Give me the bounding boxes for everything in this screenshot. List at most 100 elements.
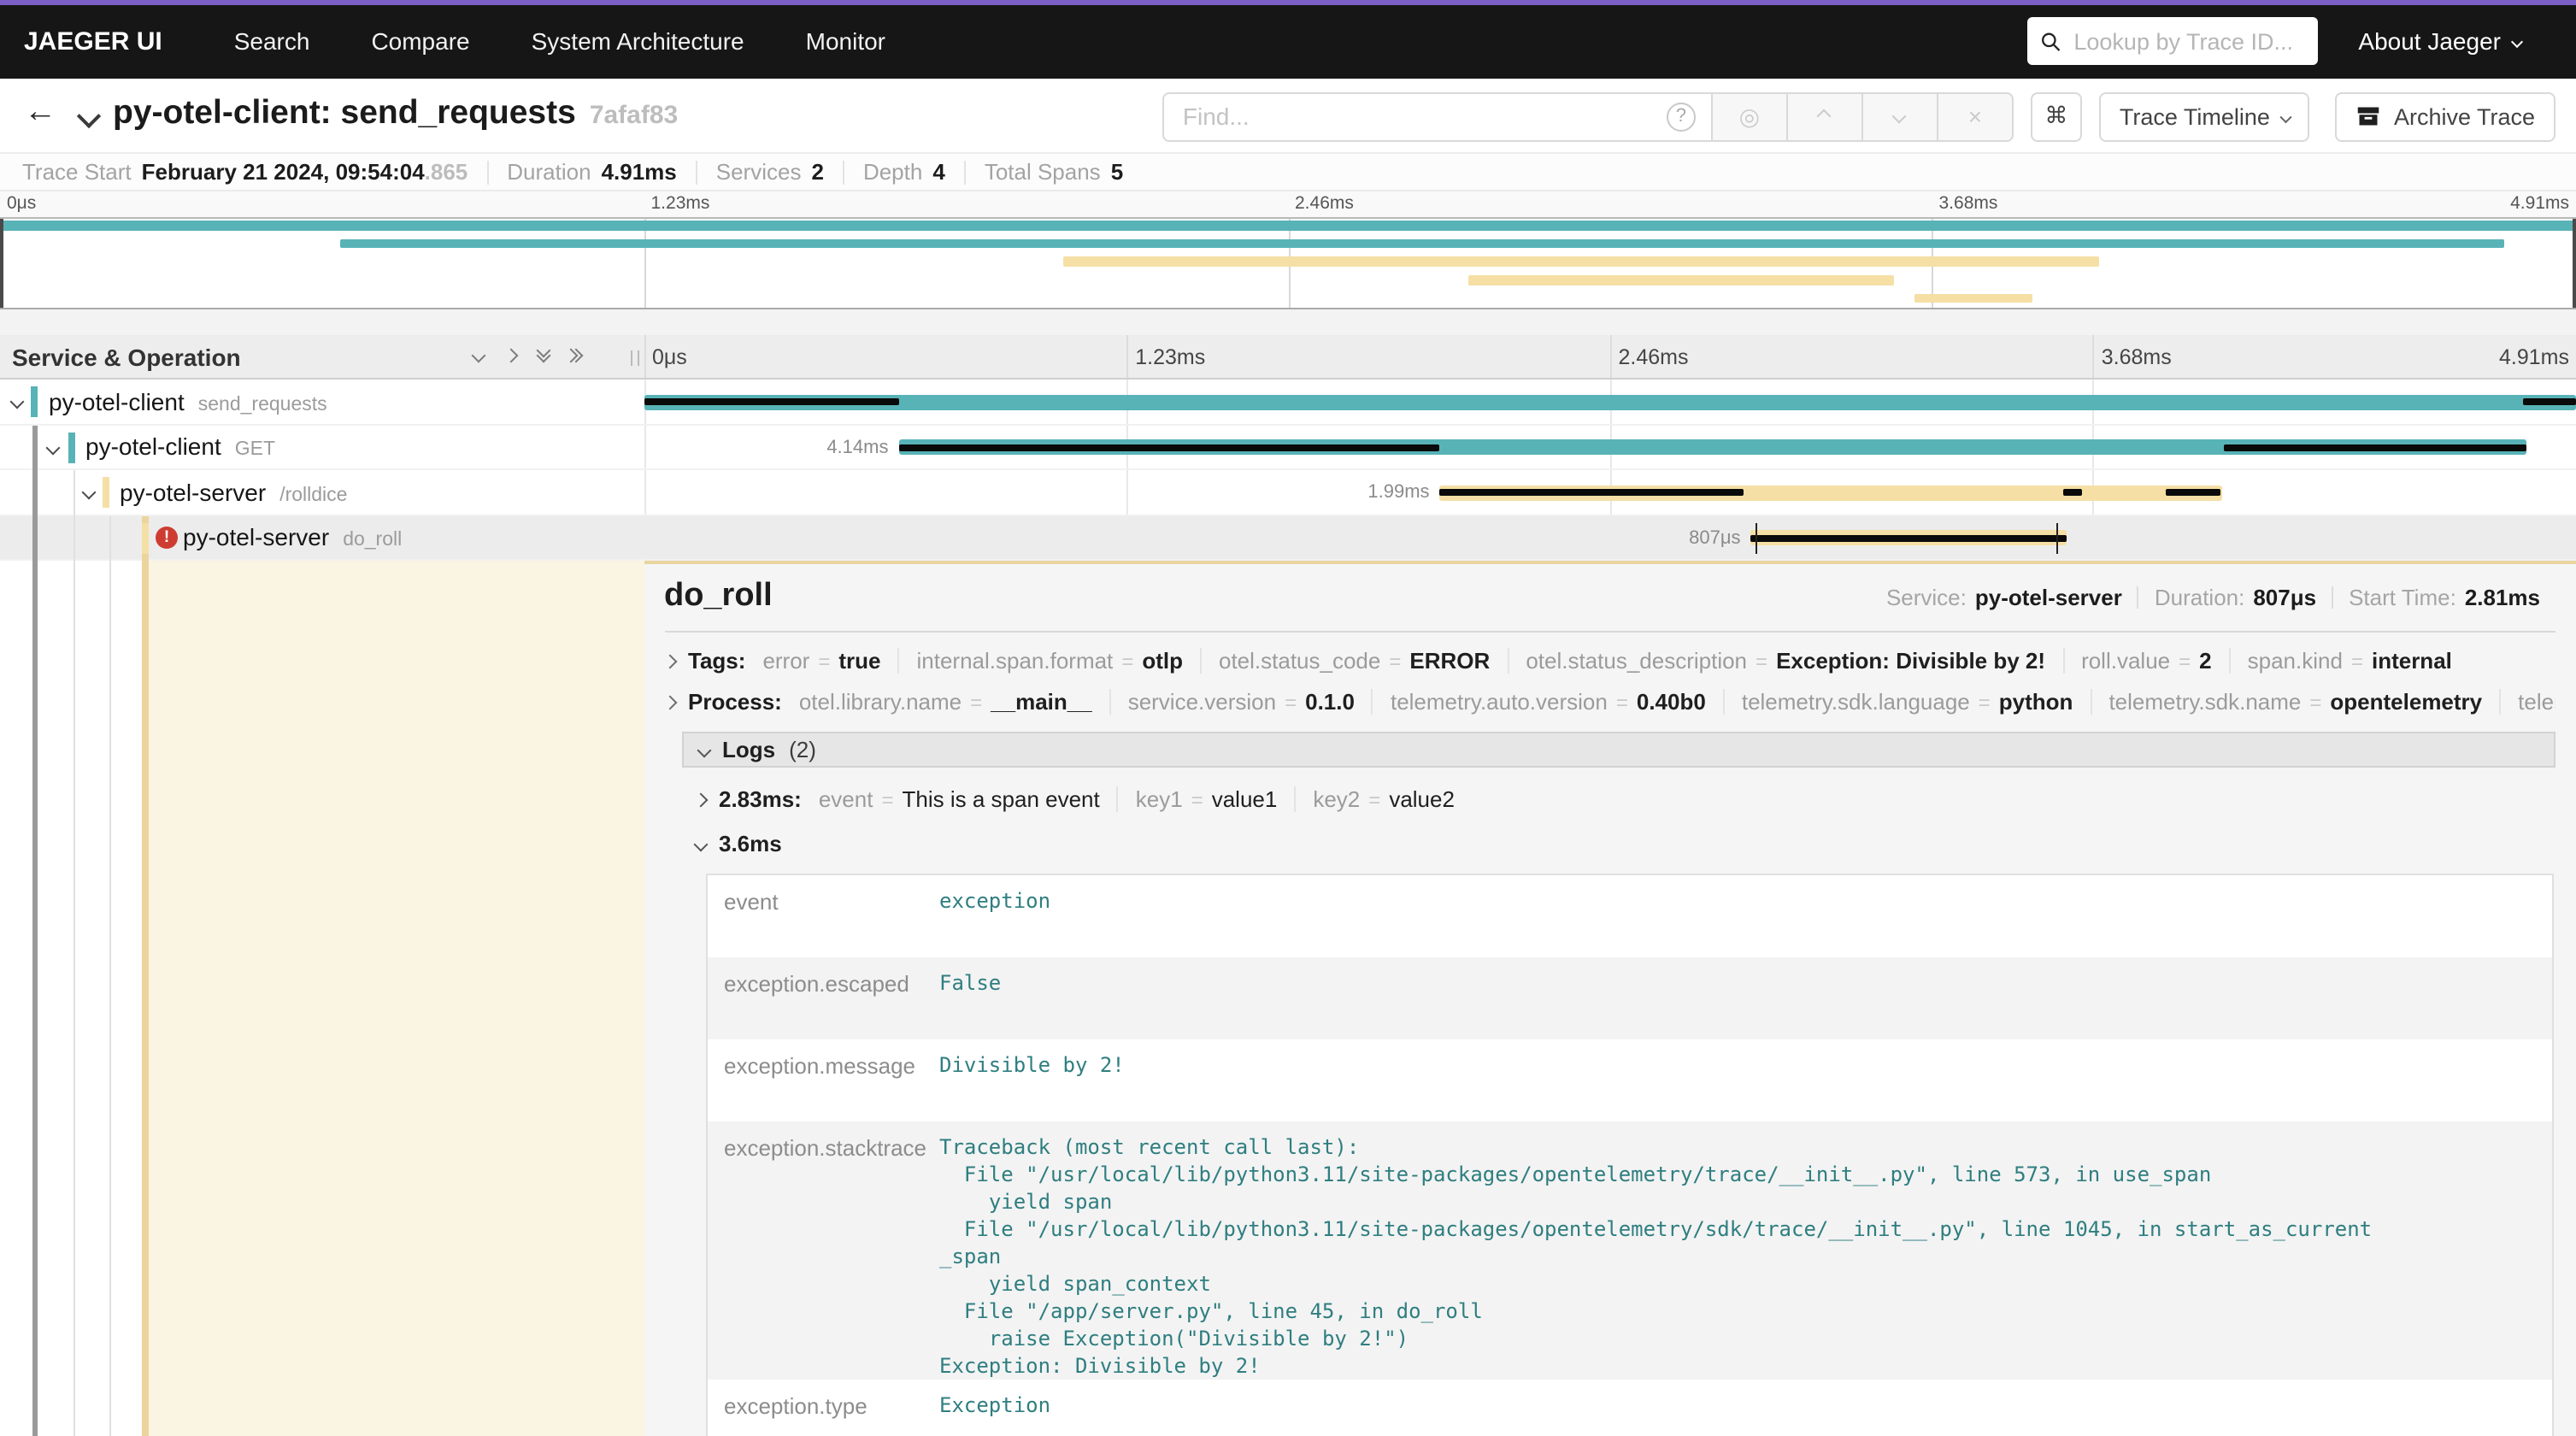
minimap-canvas[interactable]	[0, 216, 2576, 309]
timeline-minimap: 0μs1.23ms2.46ms3.68ms4.91ms	[0, 191, 2576, 335]
prev-result-button[interactable]	[1788, 91, 1863, 141]
tag-chip: error = true	[762, 648, 899, 674]
column-resizer-grip[interactable]	[631, 350, 639, 366]
meta-value-fraction: .865	[425, 159, 468, 185]
kv-equals: =	[2309, 690, 2321, 714]
nav-link-monitor[interactable]: Monitor	[806, 28, 885, 56]
detail-divider	[664, 631, 2555, 633]
span-detail-header: do_roll Service:py-otel-server Duration:…	[664, 578, 2555, 615]
kv-key: otel.library.name	[799, 689, 962, 715]
kv-equals: =	[818, 649, 830, 673]
service-operation-header: Service & Operation	[12, 344, 241, 371]
keyboard-shortcuts-button[interactable]: ⌘	[2031, 91, 2082, 141]
span-rows: py-otel-clientsend_requests py-otel-clien…	[0, 380, 2576, 561]
trace-id-search[interactable]	[2026, 18, 2317, 66]
process-row[interactable]: Process: otel.library.name=__main__servi…	[664, 689, 2555, 715]
find-help-icon[interactable]: ?	[1667, 102, 1696, 131]
span-detail-panel: do_roll Service:py-otel-server Duration:…	[644, 561, 2576, 1436]
minimap-span-bar	[1468, 275, 1893, 285]
log-kv-row: exception.stacktraceTraceback (most rece…	[707, 1121, 2552, 1380]
span-row[interactable]: py-otel-clientsend_requests	[0, 380, 2576, 425]
kv-equals: =	[1368, 787, 1380, 811]
nav-link-system-architecture[interactable]: System Architecture	[532, 28, 744, 56]
log-kv-key: exception.escaped	[707, 957, 932, 1039]
kv-value: opentelemetry	[2330, 689, 2482, 715]
archive-trace-button[interactable]: Archive Trace	[2336, 91, 2555, 141]
find-box[interactable]: ?	[1162, 91, 1713, 141]
kv-key: error	[762, 648, 809, 674]
trace-meta-item: Trace StartFebruary 21 2024, 09:54:04.86…	[3, 160, 486, 184]
trace-meta-item: Total Spans5	[964, 160, 1142, 184]
collapse-all-icon[interactable]	[538, 350, 549, 361]
meta-value: 2	[811, 159, 823, 185]
process-label: Process:	[688, 689, 782, 715]
span-detail-section: do_roll Service:py-otel-server Duration:…	[0, 561, 2576, 1436]
span-bar-zone: 4.14ms	[644, 425, 2576, 468]
meta-label: Duration	[507, 159, 591, 185]
collapse-one-icon[interactable]	[472, 349, 486, 363]
span-expander-icon[interactable]	[46, 440, 61, 455]
kv-value: true	[838, 648, 880, 674]
span-service-name[interactable]: py-otel-serverdo_roll	[183, 523, 402, 550]
span-row[interactable]: py-otel-server/rolldice1.99ms	[0, 470, 2576, 515]
about-jaeger-menu[interactable]: About Jaeger	[2358, 28, 2521, 56]
log-entry-expanded[interactable]: 3.6ms	[695, 831, 2555, 856]
log-kv-row: eventexception	[707, 875, 2552, 957]
kv-key: key1	[1136, 786, 1183, 812]
timeline-header: Service & Operation 0μs1.23ms2.46ms3.68m…	[0, 335, 2576, 380]
minimap-right-handle[interactable]	[2573, 218, 2576, 307]
span-color-bar	[31, 386, 38, 417]
process-list: otel.library.name=__main__service.versio…	[799, 689, 2555, 715]
expand-all-icon[interactable]	[571, 350, 581, 361]
span-log-marker	[1755, 523, 1757, 553]
log-kv-key: exception.stacktrace	[707, 1121, 932, 1380]
jaeger-trace-page: JAEGER UI Search Compare System Architectu…	[0, 0, 2576, 1436]
nav-link-search[interactable]: Search	[234, 28, 310, 56]
minimap-left-handle[interactable]	[0, 218, 3, 307]
span-expander-icon[interactable]	[10, 395, 25, 409]
kv-value: internal	[2372, 648, 2452, 674]
nav-right: About Jaeger	[2026, 18, 2552, 66]
span-row[interactable]: !py-otel-serverdo_roll807μs	[0, 515, 2576, 561]
collapse-trace-chevron[interactable]	[77, 104, 101, 128]
next-result-button[interactable]	[1863, 91, 1938, 141]
span-expander-icon[interactable]	[82, 486, 97, 500]
top-nav: JAEGER UI Search Compare System Architectu…	[0, 4, 2576, 79]
logs-header[interactable]: Logs (2)	[681, 732, 2555, 768]
view-type-dropdown[interactable]: Trace Timeline	[2099, 91, 2310, 141]
kv-value: 2	[2199, 648, 2211, 674]
timeline-tick-label: 2.46ms	[1619, 344, 1689, 368]
timeline-tick-label: 1.23ms	[1135, 344, 1205, 368]
span-detail-meta: Service:py-otel-server Duration:807μs St…	[1871, 586, 2555, 609]
meta-label: Depth	[863, 159, 922, 185]
log-kv-value: False	[932, 957, 2552, 1039]
logs-count: (2)	[789, 737, 816, 762]
tags-row[interactable]: Tags: error=trueinternal.span.format=otl…	[664, 648, 2555, 674]
critical-path-segment	[2064, 489, 2081, 497]
jaeger-logo[interactable]: JAEGER UI	[24, 27, 162, 56]
meta-value: 5	[1111, 159, 1123, 185]
span-service-name[interactable]: py-otel-clientGET	[85, 433, 275, 460]
trace-meta-item: Duration4.91ms	[486, 160, 695, 184]
span-service-name[interactable]: py-otel-clientsend_requests	[49, 387, 327, 415]
trace-meta-item: Services 2	[696, 160, 843, 184]
span-service-name[interactable]: py-otel-server/rolldice	[120, 478, 347, 505]
span-bar[interactable]	[644, 395, 2576, 410]
log-fields: event=This is a span eventkey1=value1key…	[819, 786, 1489, 812]
meta-label: Services	[716, 159, 802, 185]
process-chip: telemetry.sdk.language=python	[1742, 689, 2092, 715]
nav-link-compare[interactable]: Compare	[371, 28, 469, 56]
span-color-bar	[68, 432, 75, 462]
clear-find-button[interactable]: ×	[1938, 91, 2014, 141]
chevron-down-icon	[2511, 35, 2523, 47]
find-input[interactable]	[1179, 101, 1656, 132]
trace-id-search-input[interactable]	[2070, 27, 2303, 56]
minimap-gridline	[644, 218, 646, 307]
kv-key: telemetry.sdk.name	[2108, 689, 2301, 715]
minimap-tick-label: 1.23ms	[651, 193, 710, 214]
expand-one-icon[interactable]	[504, 349, 519, 363]
focus-span-button[interactable]: ◎	[1713, 91, 1788, 141]
log-entry-collapsed[interactable]: 2.83ms: event=This is a span eventkey1=v…	[695, 786, 2555, 812]
span-row[interactable]: py-otel-clientGET 4.14ms	[0, 425, 2576, 470]
back-button[interactable]: ←	[24, 94, 56, 132]
